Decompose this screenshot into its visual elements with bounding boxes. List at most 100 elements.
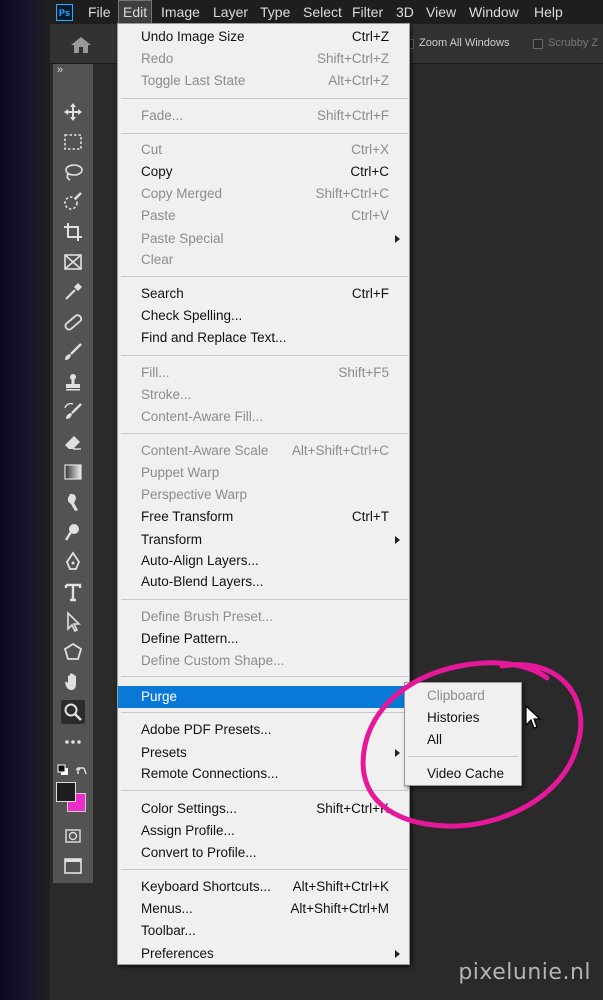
eraser-icon[interactable] <box>61 430 85 454</box>
hand-icon[interactable] <box>61 670 85 694</box>
healing-icon[interactable] <box>61 310 85 334</box>
default-colors-icon[interactable] <box>57 763 69 775</box>
menu-item-auto-blend-layers[interactable]: Auto-Blend Layers... <box>118 571 409 593</box>
type-icon[interactable] <box>61 580 85 604</box>
menu-window[interactable]: Window <box>465 0 523 24</box>
zoom-icon[interactable] <box>61 700 85 724</box>
menu-item-copy[interactable]: Copy Ctrl+C <box>118 161 409 183</box>
scrubby-zoom-checkbox[interactable] <box>533 39 543 49</box>
menu-item-preferences[interactable]: Preferences <box>118 943 409 965</box>
edit-menu-dropdown: Undo Image Size Ctrl+Z Redo Shift+Ctrl+Z T… <box>117 23 410 965</box>
menu-item-transform[interactable]: Transform <box>118 529 409 551</box>
menu-item-toggle-last-state[interactable]: Toggle Last State Alt+Ctrl+Z <box>118 70 409 92</box>
menu-item-stroke[interactable]: Stroke... <box>118 384 409 406</box>
menu-separator <box>121 599 408 600</box>
swap-colors-icon[interactable] <box>75 763 88 775</box>
quick-select-icon[interactable] <box>61 190 85 214</box>
purge-submenu: Clipboard Histories All Video Cache <box>404 682 522 786</box>
dodge-icon[interactable] <box>61 520 85 544</box>
menu-item-paste[interactable]: Paste Ctrl+V <box>118 205 409 227</box>
panel-collapse-button[interactable]: » <box>57 64 63 76</box>
menu-item-keyboard-shortcuts[interactable]: Keyboard Shortcuts... Alt+Shift+Ctrl+K <box>118 876 409 898</box>
menu-separator <box>408 756 518 757</box>
zoom-all-windows-label: Zoom All Windows <box>419 37 510 49</box>
menu-item-remote-connections[interactable]: Remote Connections... <box>118 763 409 785</box>
menu-3d[interactable]: 3D <box>392 0 418 24</box>
menu-layer[interactable]: Layer <box>209 0 252 24</box>
menu-item-content-aware-fill[interactable]: Content-Aware Fill... <box>118 406 409 428</box>
submenu-arrow-icon <box>395 536 400 544</box>
move-icon[interactable] <box>61 100 85 124</box>
frame-icon[interactable] <box>61 250 85 274</box>
menu-item-define-custom-shape[interactable]: Define Custom Shape... <box>118 650 409 672</box>
menu-item-find-replace-text[interactable]: Find and Replace Text... <box>118 327 409 349</box>
menu-item-fade[interactable]: Fade... Shift+Ctrl+F <box>118 105 409 127</box>
menu-item-menus[interactable]: Menus... Alt+Shift+Ctrl+M <box>118 898 409 920</box>
menu-filter[interactable]: Filter <box>348 0 387 24</box>
crop-icon[interactable] <box>61 220 85 244</box>
menu-item-content-aware-scale[interactable]: Content-Aware Scale Alt+Shift+Ctrl+C <box>118 440 409 462</box>
menu-item-search[interactable]: Search Ctrl+F <box>118 283 409 305</box>
home-icon[interactable] <box>70 36 92 54</box>
pen-icon[interactable] <box>61 550 85 574</box>
menu-item-undo-image-size[interactable]: Undo Image Size Ctrl+Z <box>118 26 409 48</box>
more-tools-icon[interactable] <box>61 730 85 754</box>
menu-select[interactable]: Select <box>299 0 346 24</box>
menu-item-copy-merged[interactable]: Copy Merged Shift+Ctrl+C <box>118 183 409 205</box>
desktop-edge <box>0 0 50 1000</box>
menu-item-perspective-warp[interactable]: Perspective Warp <box>118 484 409 506</box>
menu-item-redo[interactable]: Redo Shift+Ctrl+Z <box>118 48 409 70</box>
menu-item-puppet-warp[interactable]: Puppet Warp <box>118 462 409 484</box>
menu-item-presets[interactable]: Presets <box>118 742 409 764</box>
menu-item-adobe-pdf-presets[interactable]: Adobe PDF Presets... <box>118 719 409 741</box>
submenu-arrow-icon <box>395 235 400 243</box>
menu-item-toolbar[interactable]: Toolbar... <box>118 920 409 942</box>
menu-file[interactable]: File <box>84 0 115 24</box>
path-select-icon[interactable] <box>61 610 85 634</box>
submenu-item-clipboard[interactable]: Clipboard <box>405 685 521 707</box>
quick-mask-icon[interactable] <box>61 824 85 848</box>
history-brush-icon[interactable] <box>61 400 85 424</box>
menu-item-clear[interactable]: Clear <box>118 249 409 271</box>
stamp-icon[interactable] <box>61 370 85 394</box>
submenu-arrow-icon <box>395 950 400 958</box>
menu-edit[interactable]: Edit <box>118 0 153 24</box>
menu-item-define-brush-preset[interactable]: Define Brush Preset... <box>118 606 409 628</box>
menu-help[interactable]: Help <box>530 0 567 24</box>
menu-item-cut[interactable]: Cut Ctrl+X <box>118 139 409 161</box>
lasso-icon[interactable] <box>61 160 85 184</box>
menu-item-fill[interactable]: Fill... Shift+F5 <box>118 362 409 384</box>
menu-item-paste-special[interactable]: Paste Special <box>118 228 409 250</box>
eyedropper-icon[interactable] <box>61 280 85 304</box>
menu-image[interactable]: Image <box>157 0 204 24</box>
menu-separator <box>121 433 408 434</box>
menu-item-define-pattern[interactable]: Define Pattern... <box>118 628 409 650</box>
menu-separator <box>121 355 408 356</box>
screen-mode-icon[interactable] <box>61 854 85 878</box>
submenu-item-all[interactable]: All <box>405 729 521 751</box>
shape-icon[interactable] <box>61 640 85 664</box>
marquee-icon[interactable] <box>61 130 85 154</box>
menu-item-purge[interactable]: Purge <box>118 686 409 708</box>
mouse-pointer-icon <box>525 705 541 729</box>
menu-item-check-spelling[interactable]: Check Spelling... <box>118 305 409 327</box>
photoshop-logo: Ps <box>56 4 73 21</box>
menu-type[interactable]: Type <box>256 0 294 24</box>
menu-item-color-settings[interactable]: Color Settings... Shift+Ctrl+K <box>118 798 409 820</box>
menu-item-assign-profile[interactable]: Assign Profile... <box>118 820 409 842</box>
menu-separator <box>121 98 408 99</box>
menu-item-convert-to-profile[interactable]: Convert to Profile... <box>118 842 409 864</box>
watermark: pixelunie.nl <box>458 960 591 985</box>
submenu-arrow-icon <box>395 749 400 757</box>
gradient-icon[interactable] <box>61 460 85 484</box>
smudge-icon[interactable] <box>61 490 85 514</box>
menu-view[interactable]: View <box>422 0 460 24</box>
submenu-item-video-cache[interactable]: Video Cache <box>405 763 521 785</box>
menu-item-auto-align-layers[interactable]: Auto-Align Layers... <box>118 550 409 572</box>
menu-item-free-transform[interactable]: Free Transform Ctrl+T <box>118 506 409 528</box>
brush-icon[interactable] <box>61 340 85 364</box>
foreground-color-swatch[interactable] <box>56 782 76 802</box>
menu-separator <box>121 676 408 677</box>
menu-separator <box>121 276 408 277</box>
submenu-item-histories[interactable]: Histories <box>405 707 521 729</box>
